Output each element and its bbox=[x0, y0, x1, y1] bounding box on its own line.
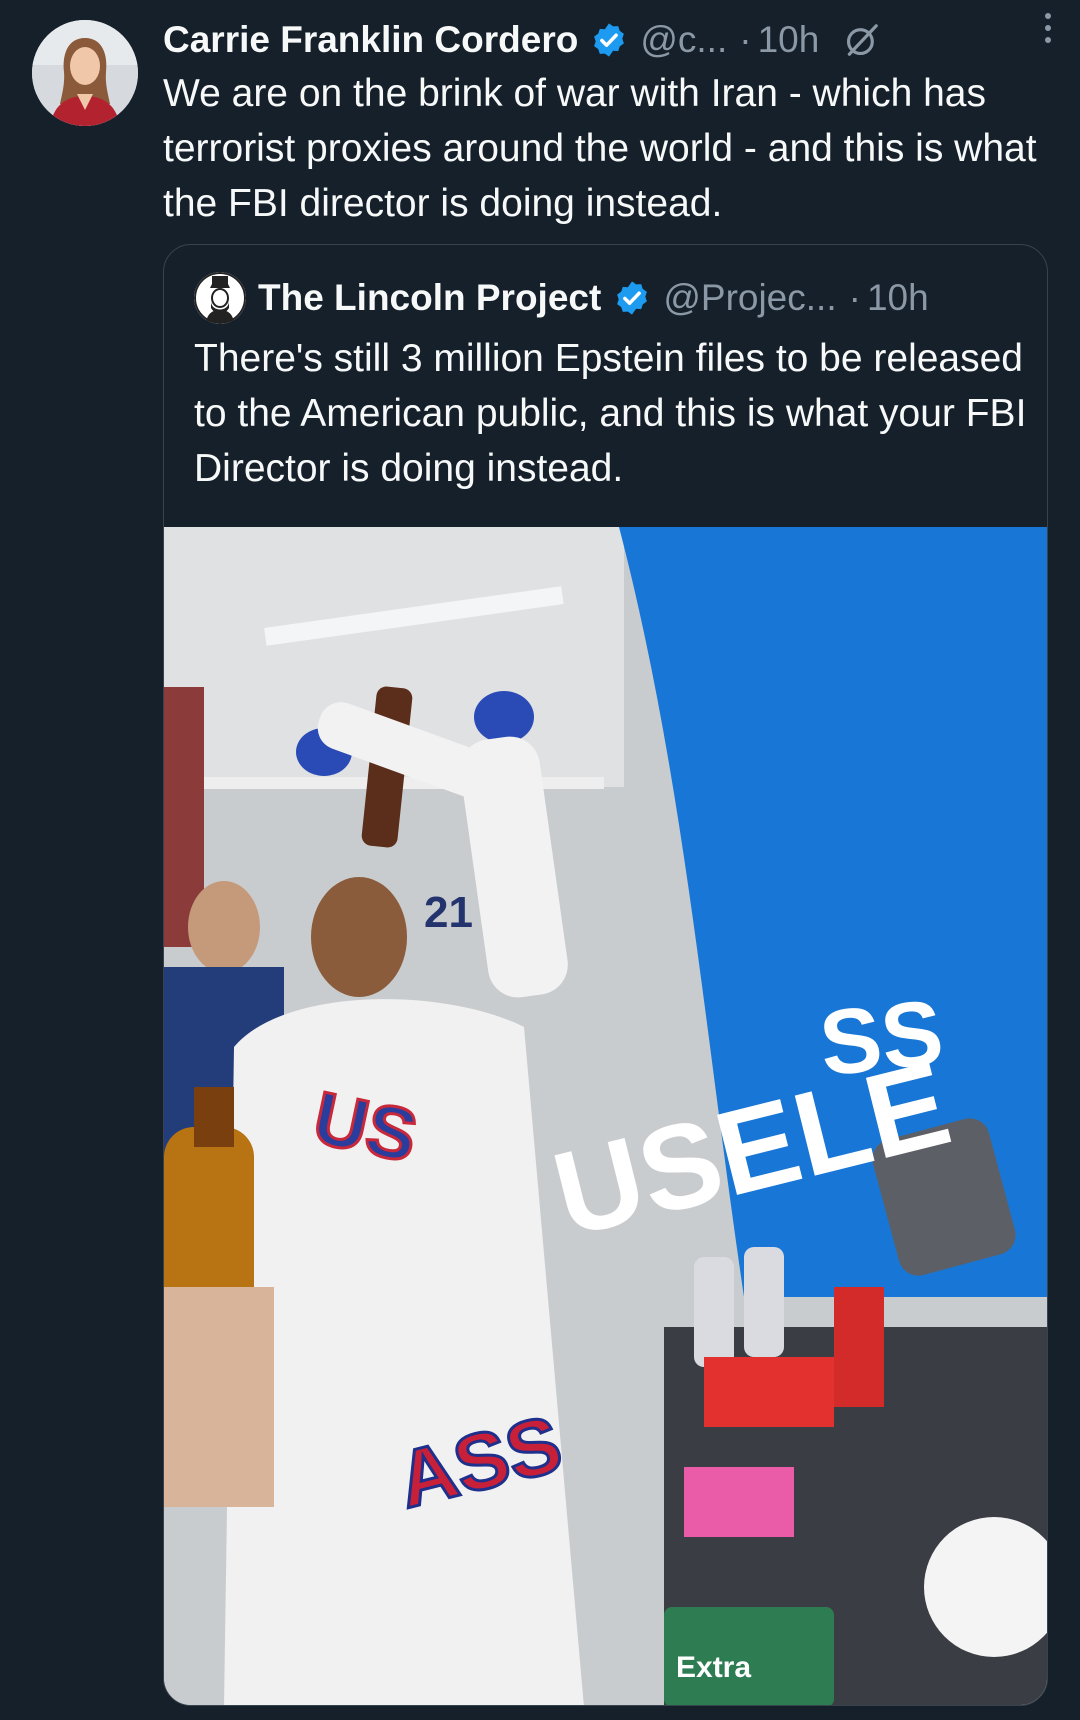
quoted-tweet-text: There's still 3 million Epstein files to… bbox=[194, 337, 1027, 490]
quoted-timestamp[interactable]: 10h bbox=[867, 277, 929, 319]
timestamp[interactable]: 10h bbox=[758, 19, 820, 61]
quoted-tweet[interactable]: The Lincoln Project @Projec... · 10h The… bbox=[163, 244, 1048, 1706]
author-avatar[interactable] bbox=[32, 20, 138, 126]
verified-badge-icon bbox=[613, 279, 651, 317]
overlay-text-ss: SS bbox=[815, 981, 948, 1095]
separator-dot: · bbox=[739, 19, 752, 60]
tweet-header: Carrie Franklin Cordero @c... · 10h bbox=[163, 14, 1060, 66]
quoted-tweet-header: The Lincoln Project @Projec... · 10h bbox=[194, 272, 1027, 324]
author-name[interactable]: Carrie Franklin Cordero bbox=[163, 19, 578, 61]
quoted-author-handle[interactable]: @Projec... bbox=[663, 277, 836, 319]
tweet[interactable]: Carrie Franklin Cordero @c... · 10h We a… bbox=[0, 0, 1080, 1720]
more-vertical-icon[interactable] bbox=[1036, 8, 1060, 48]
verified-badge-icon bbox=[590, 21, 628, 59]
jersey-number: 21 bbox=[424, 888, 473, 937]
author-handle[interactable]: @c... bbox=[640, 19, 727, 61]
quoted-author-name[interactable]: The Lincoln Project bbox=[258, 277, 601, 319]
gum-label: Extra bbox=[676, 1651, 751, 1684]
quoted-media-video[interactable]: US 21 Extra USELE SS ASS bbox=[164, 527, 1047, 1705]
quoted-author-avatar[interactable] bbox=[194, 272, 246, 324]
tweet-text: We are on the brink of war with Iran - w… bbox=[163, 72, 1037, 225]
separator-dot: · bbox=[848, 277, 861, 318]
grok-icon[interactable] bbox=[843, 21, 881, 59]
